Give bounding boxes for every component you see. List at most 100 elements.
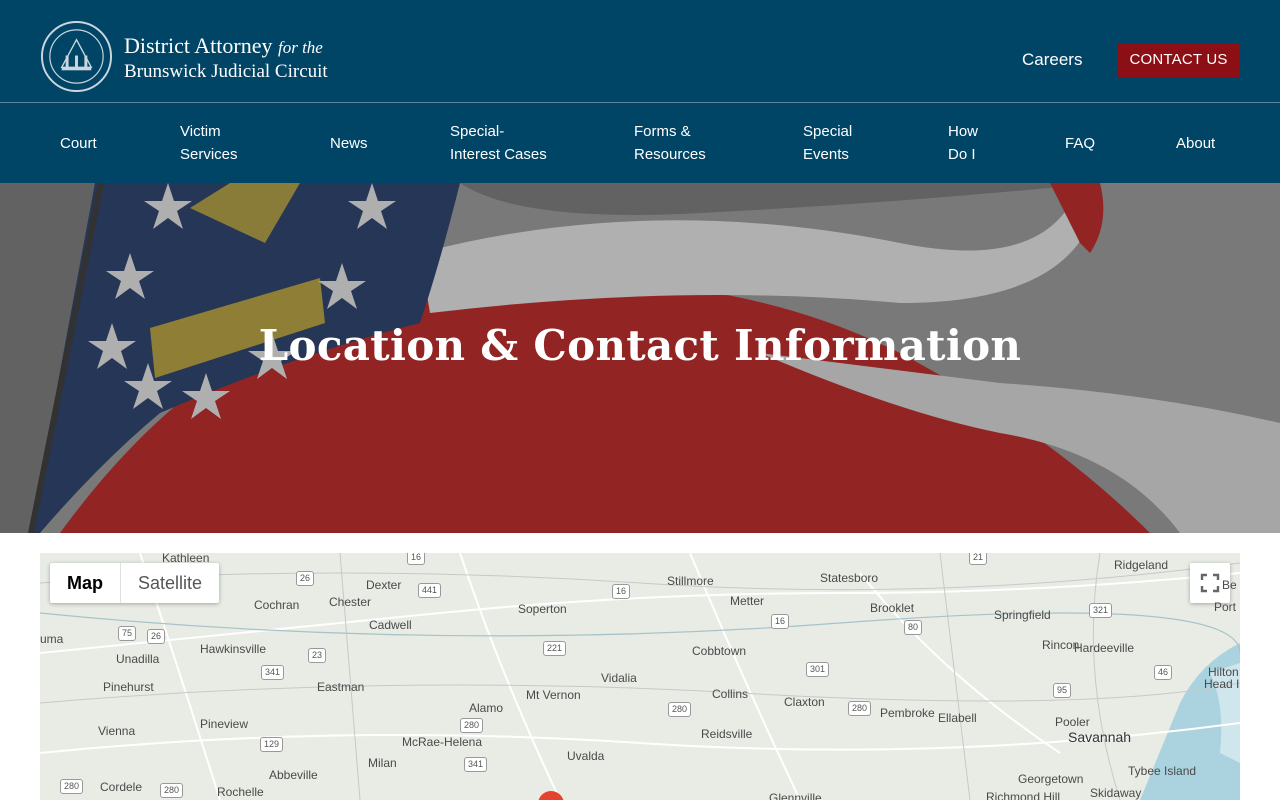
map-place-label: Metter [730,594,765,608]
nav-special-events[interactable]: Special Events [803,120,852,166]
highway-shield: 16 [612,584,631,599]
map-place-label: Chester [329,595,372,609]
nav-court[interactable]: Court [60,132,97,155]
nav-events-line2: Events [803,146,849,163]
nav-special-interest-cases[interactable]: Special- Interest Cases [450,120,547,166]
map-place-label: Stillmore [667,574,714,588]
map-place-label: Pooler [1055,715,1090,729]
map-place-label: Be [1222,578,1237,592]
nav-forms-line2: Resources [634,146,706,163]
highway-shield: 16 [407,553,426,565]
georgia-seal-logo[interactable] [40,20,113,93]
map-place-label: Pineview [200,717,249,731]
nav-events-line1: Special [803,123,853,140]
highway-shield: 21 [969,553,988,565]
map-place-label: Claxton [784,695,825,709]
map-type-toggle: Map Satellite [50,563,220,603]
map-view-button[interactable]: Map [50,563,121,603]
highway-shield: 26 [296,571,315,586]
map-place-label: Vidalia [601,671,637,685]
nav-how-do-i[interactable]: How Do I [948,120,978,166]
contact-us-button[interactable]: CONTACT US [1117,43,1240,77]
highway-shield: 280 [460,718,484,733]
map-place-label: Dexter [366,578,402,592]
highway-shield: 16 [771,614,790,629]
map-place-label: Tybee Island [1128,764,1197,778]
brand-suffix: for the [277,38,323,57]
main-nav: Court Victim Services News Special- Inte… [0,103,1280,183]
nav-about[interactable]: About [1176,132,1215,155]
map-place-label: Statesboro [820,571,879,585]
highway-shield: 280 [160,783,184,798]
map-place-label: Ridgeland [1114,558,1169,572]
hero-banner: Location & Contact Information [0,183,1280,533]
map-place-label: Richmond Hill [986,790,1061,800]
map-place-label: Pembroke [880,706,935,720]
highway-shield: 129 [260,737,284,752]
map-place-label: Port [1214,600,1237,614]
highway-shield: 280 [668,702,692,717]
map-place-label: Collins [712,687,749,701]
map-place-label: Reidsville [701,727,753,741]
nav-victim-services-line1: Victim [180,123,221,140]
map-place-label: Vienna [98,724,136,738]
highway-shield: 221 [543,641,567,656]
highway-shield: 321 [1089,603,1113,618]
nav-special-interest-line2: Interest Cases [450,146,547,163]
brand-subtitle: Brunswick Judicial Circuit [124,61,328,82]
map-place-label: Brooklet [870,601,915,615]
map-place-label: Glennville [769,791,822,800]
map-place-label: Milan [368,756,397,770]
nav-howdoi-line1: How [948,123,979,140]
highway-shield: 280 [848,701,872,716]
highway-shield: 341 [464,757,488,772]
map-place-label: Abbeville [269,768,318,782]
map-place-label: Head Isla [1204,677,1240,691]
nav-news[interactable]: News [330,132,368,155]
map-place-label: Cordele [100,780,143,794]
highway-shield: 280 [60,779,84,794]
map-place-label: Rochelle [217,785,264,799]
highway-shield: 95 [1053,683,1072,698]
careers-link[interactable]: Careers [1022,50,1082,70]
map-place-label: Savannah [1068,729,1132,745]
map-place-label: Springfield [994,608,1051,622]
map-place-label: Uvalda [567,749,605,763]
nav-forms-resources[interactable]: Forms & Resources [634,120,706,166]
map-place-label: Skidaway [1090,786,1142,800]
nav-victim-services-line2: Services [180,146,238,163]
map-place-label: Eastman [317,680,365,694]
map-place-label: Unadilla [116,652,160,666]
nav-victim-services[interactable]: Victim Services [180,120,238,166]
highway-shield: 441 [418,583,442,598]
map-place-label: Hawkinsville [200,642,267,656]
page-title: Location & Contact Information [258,321,1022,370]
google-map[interactable]: Map Satellite Kathleen Dexter Stillmore … [40,553,1240,800]
map-place-label: Georgetown [1018,772,1084,786]
site-brand[interactable]: District Attorney for the Brunswick Judi… [124,33,328,83]
map-place-label: Cochran [254,598,300,612]
map-place-label: Pinehurst [103,680,154,694]
highway-shield: 46 [1154,665,1173,680]
nav-forms-line1: Forms & [634,123,691,140]
map-place-label: McRae-Helena [402,735,483,749]
map-place-label: uma [40,632,64,646]
highway-shield: 301 [806,662,830,677]
highway-shield: 75 [118,626,137,641]
map-place-label: Hardeeville [1074,641,1135,655]
map-place-label: Kathleen [162,553,210,565]
satellite-view-button[interactable]: Satellite [121,563,219,603]
map-place-label: Alamo [469,701,504,715]
map-tiles[interactable] [40,553,1240,800]
highway-shield: 26 [147,629,166,644]
nav-special-interest-line1: Special- [450,123,505,140]
map-place-label: Mt Vernon [526,688,581,702]
map-place-label: Soperton [518,602,567,616]
nav-faq[interactable]: FAQ [1065,132,1095,155]
map-place-label: Cadwell [369,618,412,632]
highway-shield: 341 [261,665,285,680]
highway-shield: 23 [308,648,327,663]
highway-shield: 80 [904,620,923,635]
map-place-label: Ellabell [938,711,977,725]
site-header: District Attorney for the Brunswick Judi… [0,0,1280,103]
